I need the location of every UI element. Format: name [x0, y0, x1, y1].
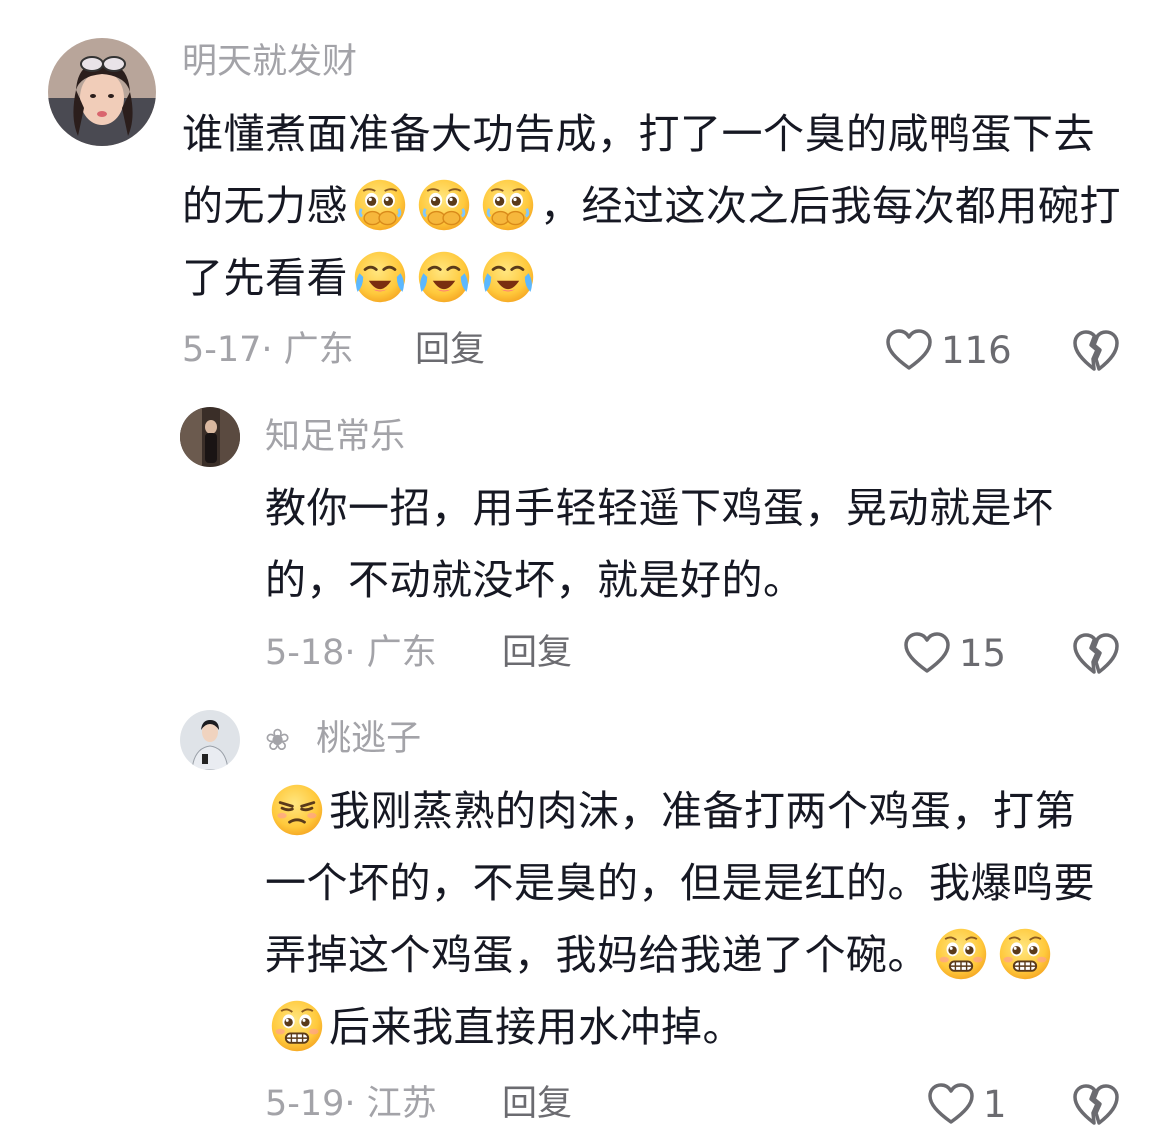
comment-text: 我刚蒸熟的肉沫，准备打两个鸡蛋，打第一个坏的，不是臭的，但是是红的。我爆鸣要弄掉… — [265, 775, 1115, 1063]
pleading-grimace-emoji-icon — [997, 926, 1053, 982]
pleading-grimace-emoji-icon — [269, 998, 325, 1054]
comment-text-part-2: 后来我直接用水冲掉。 — [329, 1003, 744, 1051]
like-count: 1 — [983, 1082, 1007, 1126]
heart-outline-icon — [903, 631, 951, 675]
dislike-button[interactable] — [1072, 1082, 1120, 1128]
username[interactable]: ❀ 桃逃子 — [265, 722, 421, 757]
pleading-grimace-emoji-icon — [933, 926, 989, 982]
dislike-button[interactable] — [1072, 631, 1120, 677]
like-button[interactable]: 1 — [927, 1082, 1007, 1126]
username[interactable]: 知足常乐 — [265, 420, 405, 455]
reply-button[interactable]: 回复 — [502, 636, 572, 671]
username-text: 桃逃子 — [316, 719, 422, 759]
avatar[interactable] — [180, 407, 240, 467]
heart-outline-icon — [885, 328, 933, 372]
unamused-smirk-emoji-icon — [269, 782, 325, 838]
avatar[interactable] — [48, 38, 156, 146]
like-count: 15 — [959, 631, 1007, 675]
date-location: 5-18· 广东 — [265, 633, 437, 673]
like-button[interactable]: 15 — [903, 631, 1006, 675]
broken-heart-icon — [1072, 631, 1120, 677]
date-location: 5-17· 广东 — [182, 330, 354, 370]
dislike-button[interactable] — [1072, 328, 1120, 374]
avatar[interactable] — [180, 710, 240, 770]
reply-button[interactable]: 回复 — [415, 333, 485, 368]
heart-outline-icon — [927, 1082, 975, 1126]
crying-laughing-emoji-icon — [480, 249, 536, 305]
broken-heart-icon — [1072, 1082, 1120, 1128]
broken-heart-icon — [1072, 328, 1120, 374]
crying-laughing-emoji-icon — [416, 249, 472, 305]
date-location: 5-19· 江苏 — [265, 1084, 437, 1124]
reply-button[interactable]: 回复 — [502, 1087, 572, 1122]
crying-laughing-emoji-icon — [352, 249, 408, 305]
pleading-cover-mouth-emoji-icon — [352, 177, 408, 233]
comment-text: 谁懂煮面准备大功告成，打了一个臭的咸鸭蛋下去的无力感 ，经过这次之后我每次都用碗打… — [182, 98, 1122, 314]
like-count: 116 — [941, 328, 1012, 372]
pleading-cover-mouth-emoji-icon — [480, 177, 536, 233]
like-button[interactable]: 116 — [885, 328, 1012, 372]
pleading-cover-mouth-emoji-icon — [416, 177, 472, 233]
flower-badge-icon: ❀ — [265, 723, 291, 758]
comment-text: 教你一招，用手轻轻遥下鸡蛋，晃动就是坏的，不动就没坏，就是好的。 — [265, 484, 1054, 604]
username[interactable]: 明天就发财 — [182, 45, 357, 80]
